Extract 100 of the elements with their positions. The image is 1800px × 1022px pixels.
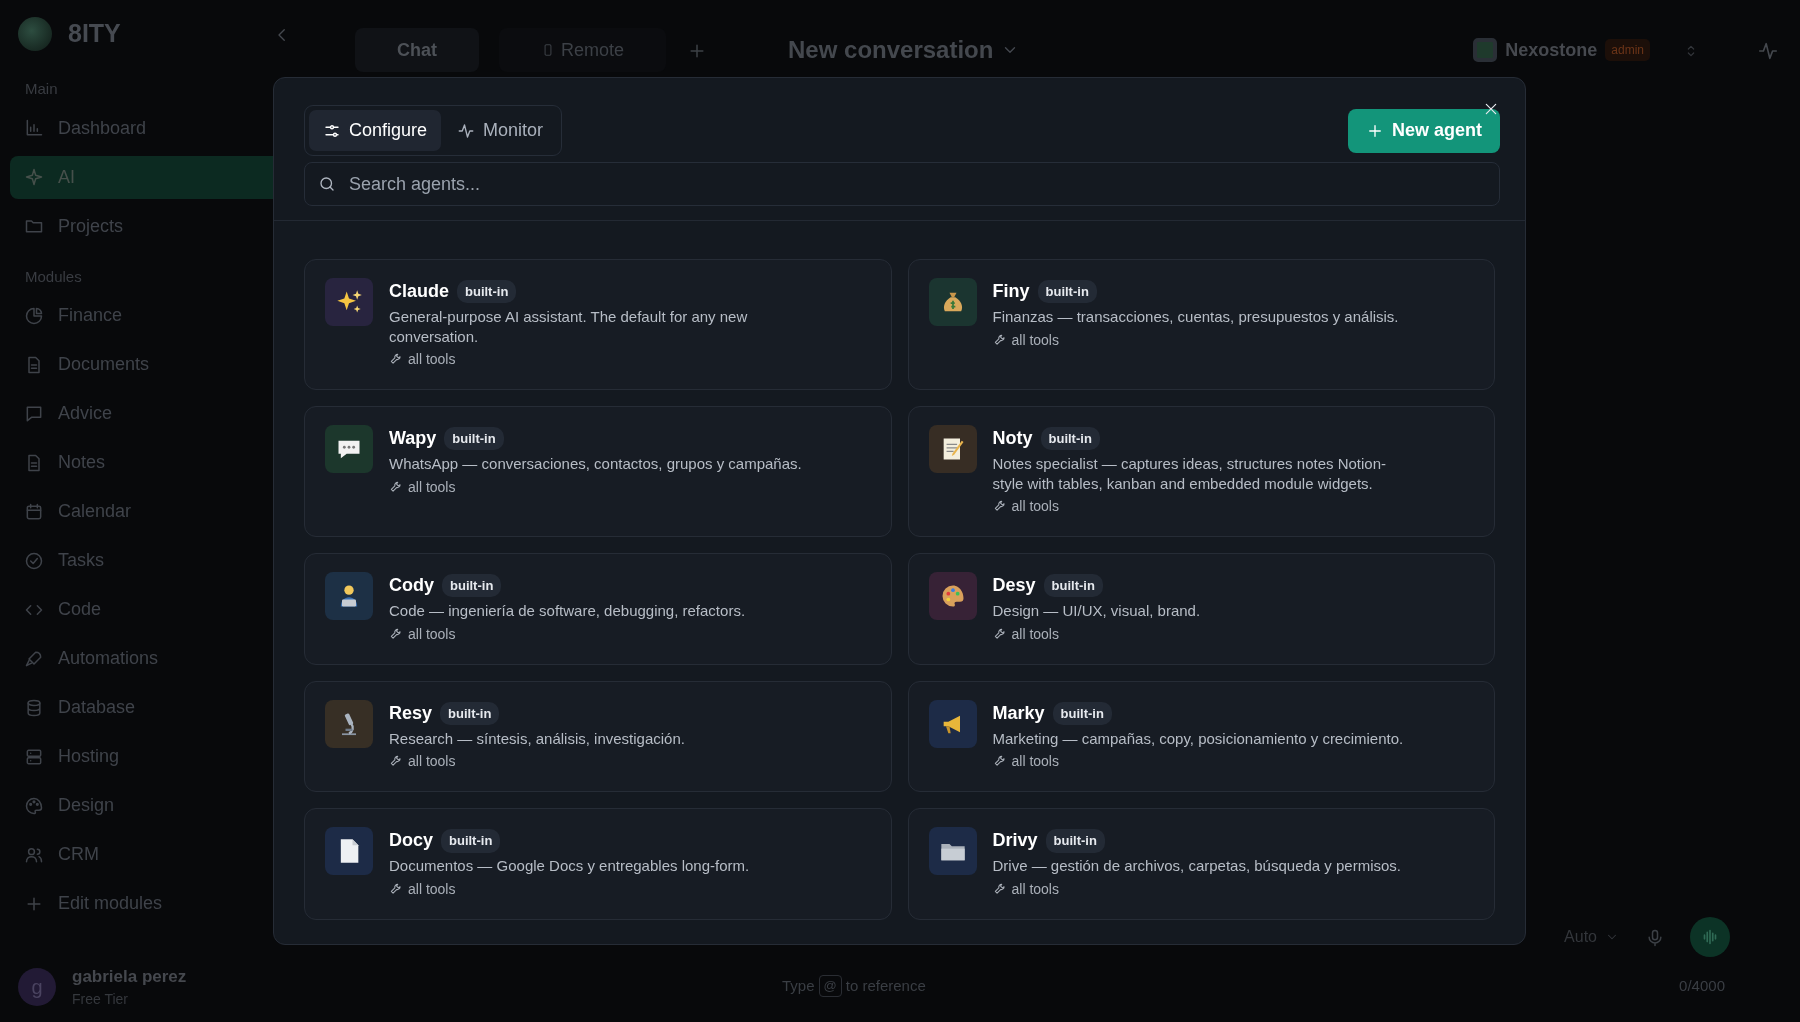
agent-description: Research — síntesis, análisis, investigación. <box>389 728 686 749</box>
check-circle-icon <box>24 550 44 571</box>
chat-mode-tab[interactable]: Chat <box>355 28 479 72</box>
sidebar-item[interactable]: Dashboard <box>10 106 300 150</box>
tools-label: all tools <box>408 477 456 496</box>
agent-description: Design — UI/UX, visual, brand. <box>992 601 1202 621</box>
agent-description: General-purpose AI assistant. The default for any new conversation. <box>389 307 749 346</box>
calendar-icon <box>24 501 44 522</box>
agent-card[interactable]: Noty built-in Notes specialist — captures ideas, structures notes Notion-style with tables, kanban and embedded module widgets. all tools <box>907 406 1495 538</box>
workspace-name: Nexostone <box>1505 38 1598 62</box>
agent-description: Code — ingeniería de software, debugging, refactors. <box>389 601 747 621</box>
brand-name: 8ITY <box>68 18 121 50</box>
agent-card[interactable]: Claude built-in General-purpose AI assistant. The default for any new conversation. all tools <box>304 259 892 391</box>
tools-label: all tools <box>1011 752 1059 771</box>
agent-card[interactable]: Drivy built-in Drive — gestión de archivos, carpetas, búsqueda y permisos. all tools <box>907 808 1495 920</box>
message-input[interactable]: Type @ to reference <box>782 974 926 998</box>
agent-card[interactable]: Cody built-in Code — ingeniería de software, debugging, refactors. all tools <box>304 553 892 665</box>
built-in-tag: built-in <box>1037 279 1097 304</box>
agent-name: Docy <box>389 829 433 853</box>
wrench-icon <box>992 626 1007 641</box>
phone-icon <box>541 43 555 57</box>
tools-label: all tools <box>1011 497 1059 516</box>
wrench-icon <box>389 881 403 896</box>
new-agent-button[interactable]: New agent <box>1347 108 1500 153</box>
built-in-tag: built-in <box>442 573 502 598</box>
sidebar-item[interactable]: Hosting <box>10 735 300 778</box>
agent-description: WhatsApp — conversaciones, contactos, grupos y campañas. <box>389 454 803 474</box>
tools-label: all tools <box>1011 879 1059 899</box>
search-field[interactable]: Search agents... <box>304 162 1500 206</box>
agent-name: Cody <box>389 574 434 598</box>
sidebar-item[interactable]: Automations <box>10 637 300 680</box>
built-in-tag: built-in <box>444 426 504 451</box>
wrench-icon <box>992 332 1007 347</box>
sidebar-item[interactable]: Projects <box>10 204 300 248</box>
edit-modules-button[interactable]: Edit modules <box>10 882 300 925</box>
wrench-icon <box>992 881 1007 896</box>
tools-label: all tools <box>408 624 456 643</box>
workspace-logo <box>1473 38 1498 62</box>
built-in-tag: built-in <box>440 701 500 726</box>
agent-name: Finy <box>992 280 1030 303</box>
view-tab[interactable]: Configure <box>309 110 442 151</box>
palette-icon <box>24 795 44 816</box>
agent-description: Marketing — campañas, copy, posicionamiento y crecimiento. <box>992 728 1405 749</box>
logo-icon <box>18 17 52 51</box>
agent-name: Wapy <box>389 427 437 451</box>
agent-card[interactable]: Docy built-in Documentos — Google Docs y entregables long-form. all tools <box>304 808 892 920</box>
conversation-title: New conversation <box>788 35 994 65</box>
sidebar-item[interactable]: Code <box>10 588 300 631</box>
agent-name: Desy <box>992 574 1036 598</box>
sidebar-item[interactable]: Notes <box>10 441 300 484</box>
wrench-icon <box>389 626 403 641</box>
sidebar-item[interactable]: Calendar <box>10 490 300 533</box>
wrench-icon <box>992 499 1007 514</box>
built-in-tag: built-in <box>457 279 517 304</box>
voice-button[interactable] <box>1690 917 1730 957</box>
agent-name: Claude <box>389 280 449 303</box>
search-icon <box>318 175 336 193</box>
sidebar-item[interactable]: Advice <box>10 392 300 435</box>
wrench-icon <box>992 754 1007 769</box>
built-in-tag: built-in <box>1043 573 1103 598</box>
sidebar-item[interactable]: Design <box>10 784 300 827</box>
role-badge: admin <box>1605 39 1650 61</box>
built-in-tag: built-in <box>1040 426 1100 451</box>
agent-name: Resy <box>389 701 433 725</box>
agent-description: Notes specialist — captures ideas, structures notes Notion-style with tables, kanban and embedded module widgets. <box>992 454 1387 494</box>
agent-description: Finanzas — transacciones, cuentas, presupuestos y análisis. <box>992 307 1400 327</box>
view-tab[interactable]: Monitor <box>443 110 558 151</box>
sidebar-item[interactable]: Finance <box>10 294 300 337</box>
database-icon <box>24 697 44 718</box>
tools-label: all tools <box>408 879 456 899</box>
tools-label: all tools <box>408 350 456 369</box>
built-in-tag: built-in <box>1052 701 1112 726</box>
sidebar-item[interactable]: Documents <box>10 343 300 386</box>
built-in-tag: built-in <box>1045 829 1105 853</box>
wrench-icon <box>389 754 403 769</box>
sidebar-item[interactable]: Tasks <box>10 539 300 582</box>
user-name: gabriela perez <box>72 965 187 988</box>
agent-description: Documentos — Google Docs y entregables long-form. <box>389 856 751 876</box>
agent-name: Noty <box>992 427 1033 451</box>
sidebar-item[interactable]: Database <box>10 686 300 729</box>
tools-label: all tools <box>1011 330 1059 349</box>
built-in-tag: built-in <box>441 829 501 853</box>
wrench-icon <box>389 479 403 494</box>
microphone-icon <box>1645 927 1665 948</box>
agent-card[interactable]: Marky built-in Marketing — campañas, copy, posicionamiento y crecimiento. all tools <box>907 680 1495 793</box>
activity-icon <box>457 121 476 140</box>
agent-card[interactable]: Resy built-in Research — síntesis, análisis, investigación. all tools <box>304 680 892 793</box>
agent-description: Drive — gestión de archivos, carpetas, búsqueda y permisos. <box>992 856 1403 876</box>
tools-label: all tools <box>408 752 456 771</box>
wrench-icon <box>389 352 403 367</box>
agent-card[interactable]: Desy built-in Design — UI/UX, visual, brand. all tools <box>907 553 1495 665</box>
agent-name: Marky <box>992 701 1045 725</box>
character-counter: 0/4000 <box>1679 975 1725 996</box>
pie-chart-icon <box>24 305 44 326</box>
agent-name: Drivy <box>992 829 1038 853</box>
sidebar-item[interactable]: CRM <box>10 833 300 876</box>
chart-icon <box>24 118 44 138</box>
agent-card[interactable]: Finy built-in Finanzas — transacciones, cuentas, presupuestos y análisis. all tools <box>907 259 1495 391</box>
sparkle-icon <box>24 167 44 187</box>
agent-card[interactable]: Wapy built-in WhatsApp — conversaciones, contactos, grupos y campañas. all tools <box>304 406 892 538</box>
